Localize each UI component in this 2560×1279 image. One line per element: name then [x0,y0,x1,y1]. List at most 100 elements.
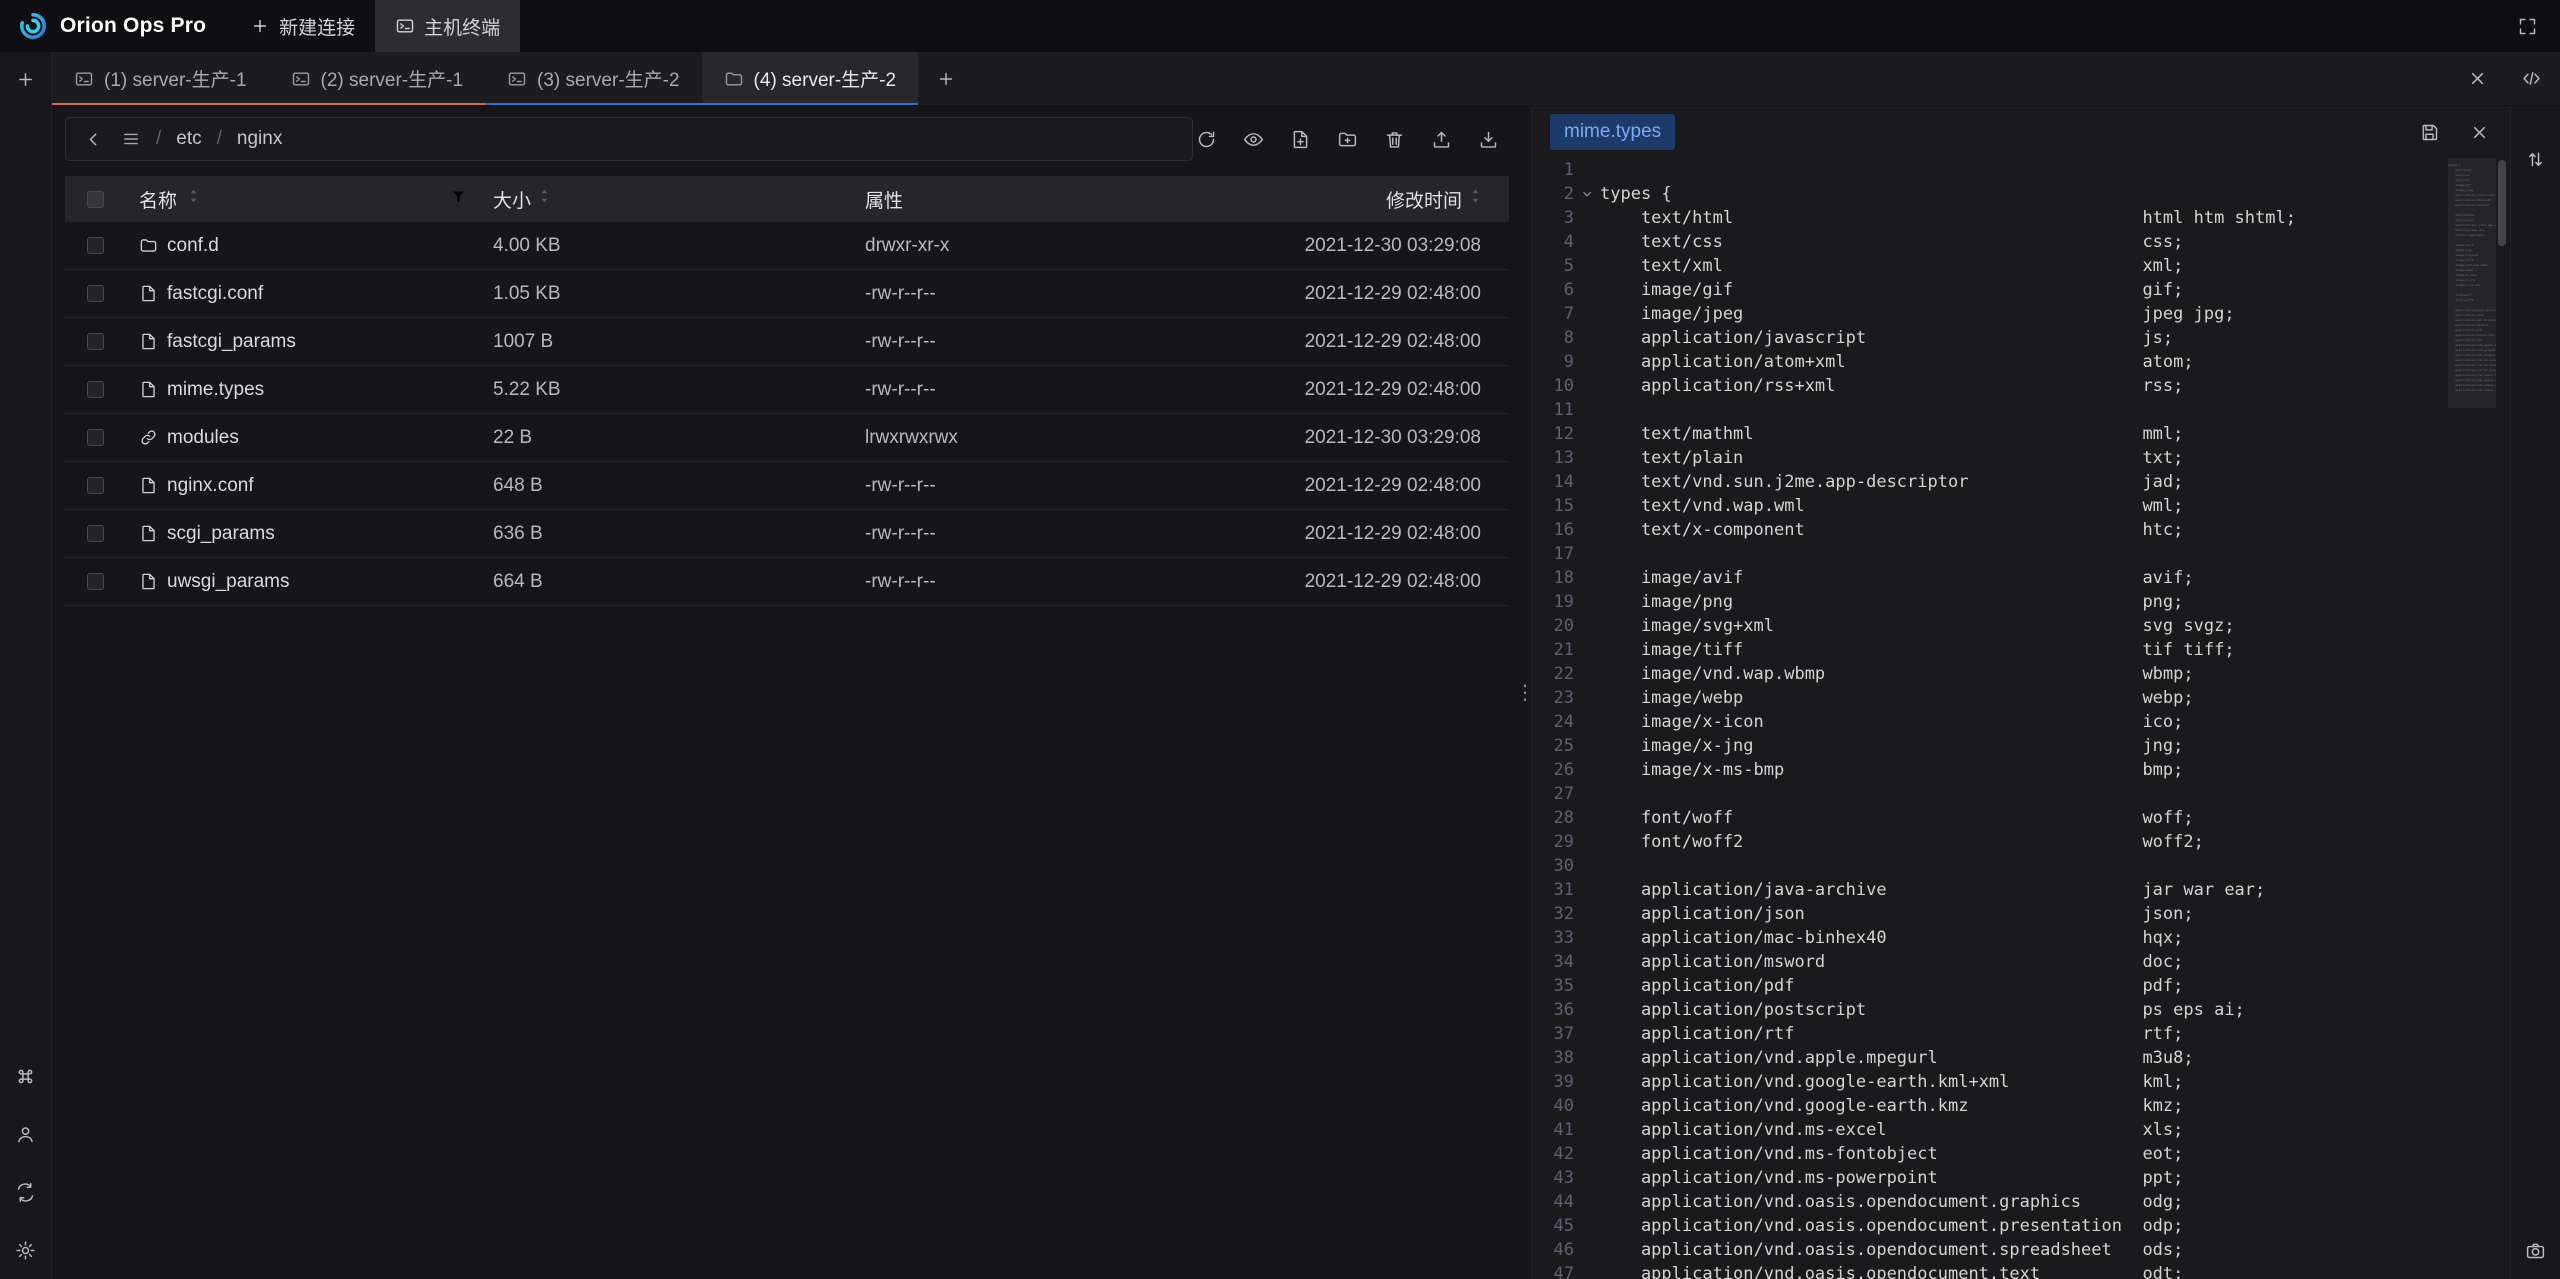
minimap-slider[interactable] [2448,158,2496,408]
panel-resize-handle[interactable]: ⋮ [1519,106,1531,1279]
file-row-fastcgi_params[interactable]: fastcgi_params1007 B-rw-r--r--2021-12-29… [65,318,1509,366]
sort-icon[interactable] [539,187,550,211]
code-line: 7 image/jpeg jpeg jpg; [1532,302,2510,326]
breadcrumb-segment[interactable]: nginx [237,128,282,150]
fullscreen-button[interactable] [2514,13,2540,39]
file-row-uwsgi_params[interactable]: uwsgi_params664 B-rw-r--r--2021-12-29 02… [65,558,1509,606]
file-attr: -rw-r--r-- [865,523,936,544]
row-checkbox[interactable] [87,237,104,254]
line-number: 8 [1532,326,1574,350]
file-attr: -rw-r--r-- [865,475,936,496]
fold-spacer [1574,830,1600,854]
line-content: application/vnd.apple.mpegurl m3u8; [1600,1046,2194,1070]
row-checkbox[interactable] [87,285,104,302]
nav-host-terminal[interactable]: 主机终端 [375,0,520,52]
file-row-scgi_params[interactable]: scgi_params636 B-rw-r--r--2021-12-29 02:… [65,510,1509,558]
user-button[interactable] [13,1121,39,1147]
settings-button[interactable] [13,1237,39,1263]
file-row-mime.types[interactable]: mime.types5.22 KB-rw-r--r--2021-12-29 02… [65,366,1509,414]
filter-icon[interactable] [450,188,467,211]
row-checkbox[interactable] [87,381,104,398]
code-line: 41 application/vnd.ms-excel xls; [1532,1118,2510,1142]
code-line: 19 image/png png; [1532,590,2510,614]
code-line: 38 application/vnd.apple.mpegurl m3u8; [1532,1046,2510,1070]
column-header-size[interactable]: 大小 [493,186,531,213]
editor-file-tab[interactable]: mime.types [1550,114,1675,150]
sort-icon[interactable] [188,187,199,211]
code-line: 36 application/postscript ps eps ai; [1532,998,2510,1022]
rail-add-button[interactable] [13,66,39,92]
file-mtime: 2021-12-29 02:48:00 [1305,571,1481,593]
line-number: 30 [1532,854,1574,878]
fm-upload-button[interactable] [1428,126,1454,152]
directory-list-icon[interactable] [121,129,141,149]
row-checkbox[interactable] [87,333,104,350]
column-header-name[interactable]: 名称 [139,186,177,213]
code-editor[interactable]: 12types {3 text/html html htm shtml;4 te… [1532,158,2510,1279]
line-number: 29 [1532,830,1574,854]
session-tab-1[interactable]: (1) server-生产-1 [52,52,269,105]
breadcrumb-segment[interactable]: etc [176,128,201,150]
column-header-mtime[interactable]: 修改时间 [1386,186,1462,213]
session-tab-2[interactable]: (2) server-生产-1 [269,52,486,105]
session-tab-3[interactable]: (3) server-生产-2 [485,52,702,105]
editor-scrollbar[interactable] [2498,160,2508,1279]
code-line: 25 image/x-jng jng; [1532,734,2510,758]
select-all-checkbox[interactable] [87,191,104,208]
fm-folder-plus-button[interactable] [1334,126,1360,152]
fold-spacer [1574,1022,1600,1046]
file-row-conf.d[interactable]: conf.d4.00 KBdrwxr-xr-x2021-12-30 03:29:… [65,222,1509,270]
back-button[interactable] [80,126,106,152]
row-checkbox[interactable] [87,477,104,494]
swap-layout-button[interactable] [2523,146,2549,172]
file-size: 664 B [493,571,543,593]
editor-close-button[interactable] [2466,119,2492,145]
terminal-icon [395,16,415,36]
file-row-modules[interactable]: modules22 Blrwxrwxrwx2021-12-30 03:29:08 [65,414,1509,462]
fm-refresh-button[interactable] [1193,126,1219,152]
fold-spacer [1574,1238,1600,1262]
nav-host-terminal-label: 主机终端 [424,13,500,40]
code-line: 6 image/gif gif; [1532,278,2510,302]
plus-icon [936,69,956,89]
left-rail [0,52,52,1279]
line-number: 27 [1532,782,1574,806]
minimap[interactable]: types { text/html html htm shtml; text/c… [2448,158,2496,1279]
add-tab-button[interactable] [918,52,974,105]
fold-spacer [1574,518,1600,542]
fm-trash-button[interactable] [1381,126,1407,152]
line-number: 18 [1532,566,1574,590]
row-checkbox[interactable] [87,573,104,590]
line-content: application/mac-binhex40 hqx; [1600,926,2183,950]
chevron-down-icon[interactable] [1574,182,1600,206]
editor-scrollbar-thumb[interactable] [2498,160,2506,246]
file-table: 名称 大小 属性 修改时间 [65,176,1509,606]
file-size: 1007 B [493,331,553,353]
fm-eye-button[interactable] [1240,126,1266,152]
file-row-nginx.conf[interactable]: nginx.conf648 B-rw-r--r--2021-12-29 02:4… [65,462,1509,510]
session-tab-4[interactable]: (4) server-生产-2 [702,52,919,105]
line-content: text/html html htm shtml; [1600,206,2296,230]
close-all-tabs-button[interactable] [2464,66,2490,92]
save-button[interactable] [2416,119,2442,145]
nav-new-connection-label: 新建连接 [279,13,355,40]
screenshot-button[interactable] [2523,1237,2549,1263]
file-row-fastcgi.conf[interactable]: fastcgi.conf1.05 KB-rw-r--r--2021-12-29 … [65,270,1509,318]
row-checkbox[interactable] [87,429,104,446]
line-number: 38 [1532,1046,1574,1070]
sort-icon[interactable] [1470,187,1481,211]
refresh-icon [1196,129,1217,150]
line-content: image/tiff tif tiff; [1600,638,2235,662]
fm-download-button[interactable] [1475,126,1501,152]
sync-button[interactable] [13,1179,39,1205]
line-number: 3 [1532,206,1574,230]
line-content: image/gif gif; [1600,278,2183,302]
shortcut-keys-button[interactable] [13,1063,39,1089]
command-snippets-button[interactable] [2518,66,2544,92]
fold-spacer [1574,590,1600,614]
fold-spacer [1574,902,1600,926]
row-checkbox[interactable] [87,525,104,542]
nav-new-connection[interactable]: 新建连接 [230,0,375,52]
fm-file-plus-button[interactable] [1287,126,1313,152]
close-icon [2469,122,2490,143]
